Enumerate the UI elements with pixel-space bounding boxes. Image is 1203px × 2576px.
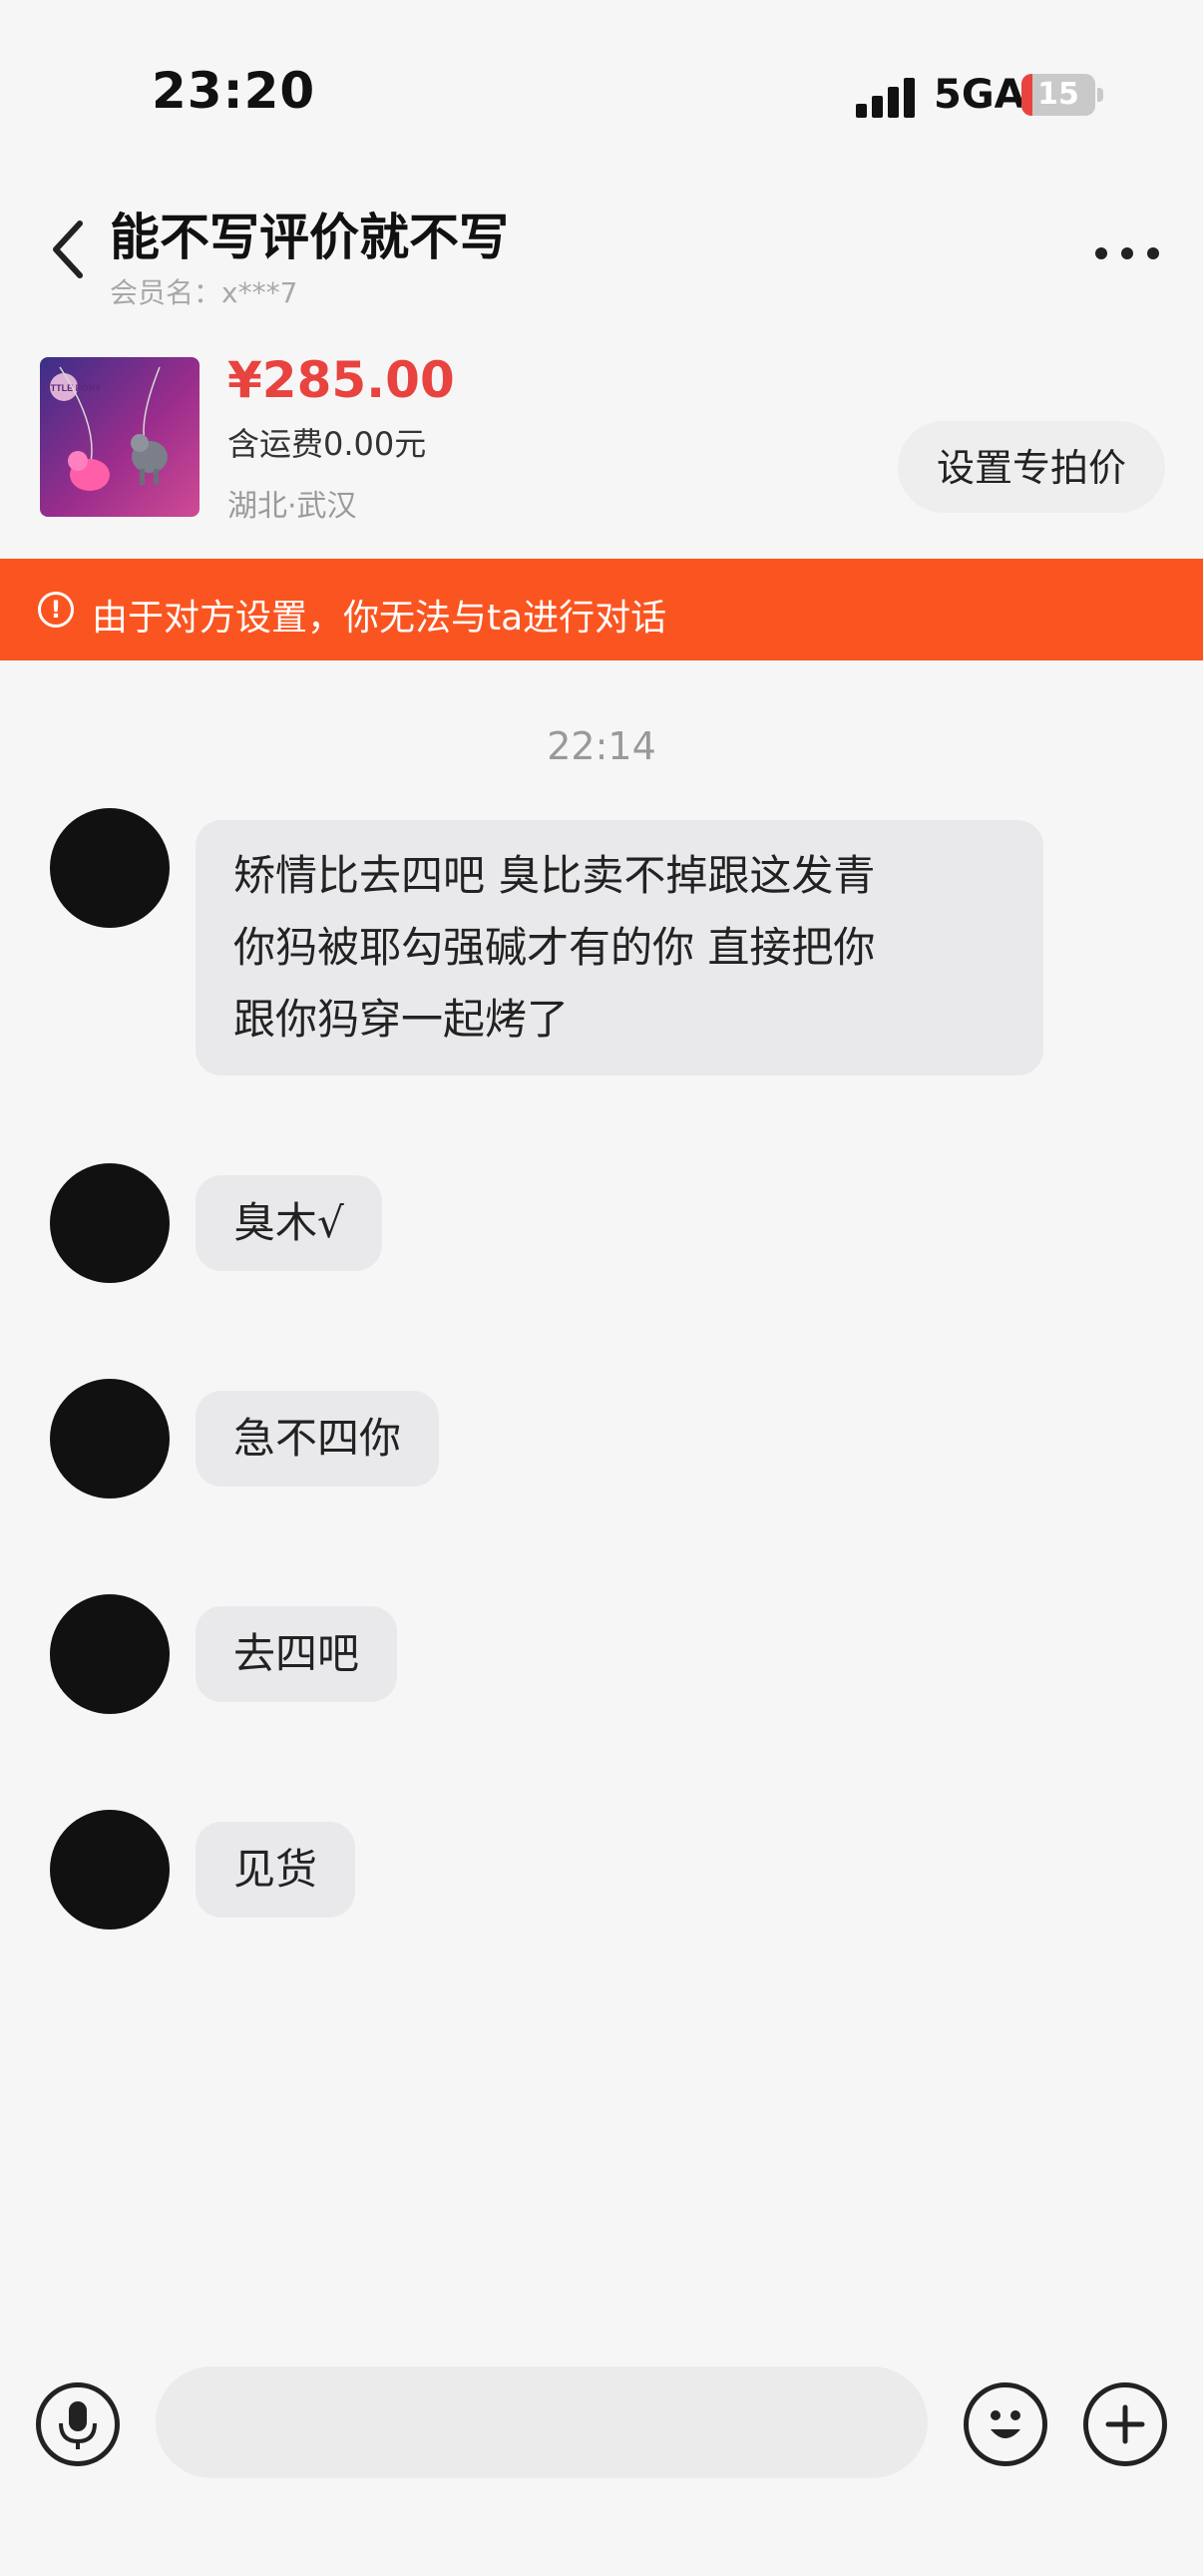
more-dot bbox=[1121, 247, 1133, 259]
message-line: 你犸被耶勾强碱才有的你 直接把你 bbox=[233, 923, 876, 972]
network-type: 5GA bbox=[934, 72, 1025, 118]
message-line: 急不四你 bbox=[233, 1414, 402, 1463]
plus-icon bbox=[1105, 2404, 1145, 2444]
message-bubble[interactable]: 去四吧 bbox=[196, 1606, 398, 1702]
shipping-fee: 含运费0.00元 bbox=[227, 425, 427, 463]
emoji-icon bbox=[991, 2410, 1020, 2438]
battery-icon: 15 bbox=[1021, 74, 1095, 116]
message-input[interactable] bbox=[156, 2366, 928, 2478]
more-dot bbox=[1147, 247, 1159, 259]
more-button[interactable] bbox=[1087, 223, 1167, 279]
message-bubble[interactable]: 急不四你 bbox=[196, 1391, 440, 1487]
battery-level: 15 bbox=[1037, 77, 1079, 112]
avatar[interactable] bbox=[50, 1379, 170, 1499]
message-bubble[interactable]: 矫情比去四吧 臭比卖不掉跟这发青 你犸被耶勾强碱才有的你 直接把你 跟你犸穿一起… bbox=[196, 820, 1043, 1075]
member-name: 会员名：x***7 bbox=[110, 276, 298, 309]
microphone-icon bbox=[59, 2401, 97, 2449]
message-line: 臭木√ bbox=[233, 1198, 344, 1247]
restriction-banner: ! 由于对方设置，你无法与ta进行对话 bbox=[0, 559, 1203, 660]
page-title: 能不写评价就不写 bbox=[110, 209, 509, 266]
battery-tip bbox=[1097, 88, 1103, 102]
signal-icon bbox=[856, 78, 915, 118]
avatar[interactable] bbox=[50, 1594, 170, 1714]
product-image[interactable]: MY LITTLE PONY bbox=[40, 357, 200, 517]
product-location: 湖北·武汉 bbox=[227, 489, 357, 524]
back-button[interactable] bbox=[40, 200, 96, 289]
voice-button[interactable] bbox=[36, 2382, 120, 2466]
more-dots-icon bbox=[1095, 247, 1107, 259]
emoji-button[interactable] bbox=[964, 2382, 1047, 2466]
set-special-price-button[interactable]: 设置专拍价 bbox=[898, 421, 1165, 513]
message-bubble[interactable]: 见货 bbox=[196, 1822, 356, 1918]
more-actions-button[interactable] bbox=[1083, 2382, 1167, 2466]
message-bubble[interactable]: 臭木√ bbox=[196, 1175, 382, 1271]
status-bar: 23:20 5GA 15 bbox=[0, 0, 1203, 170]
banner-text: 由于对方设置，你无法与ta进行对话 bbox=[92, 598, 667, 639]
back-chevron-icon bbox=[53, 220, 83, 278]
product-price: ¥285.00 bbox=[227, 351, 455, 409]
message-line: 跟你犸穿一起烤了 bbox=[233, 995, 570, 1044]
avatar[interactable] bbox=[50, 808, 170, 928]
message-line: 矫情比去四吧 臭比卖不掉跟这发青 bbox=[233, 851, 876, 900]
warning-circle-icon: ! bbox=[38, 592, 74, 628]
status-time: 23:20 bbox=[152, 62, 316, 120]
product-necklace-image: MY LITTLE PONY bbox=[40, 366, 168, 491]
chat-timestamp: 22:14 bbox=[547, 724, 656, 768]
avatar[interactable] bbox=[50, 1810, 170, 1930]
message-line: 见货 bbox=[233, 1845, 318, 1894]
message-line: 去四吧 bbox=[233, 1629, 360, 1678]
avatar[interactable] bbox=[50, 1163, 170, 1283]
